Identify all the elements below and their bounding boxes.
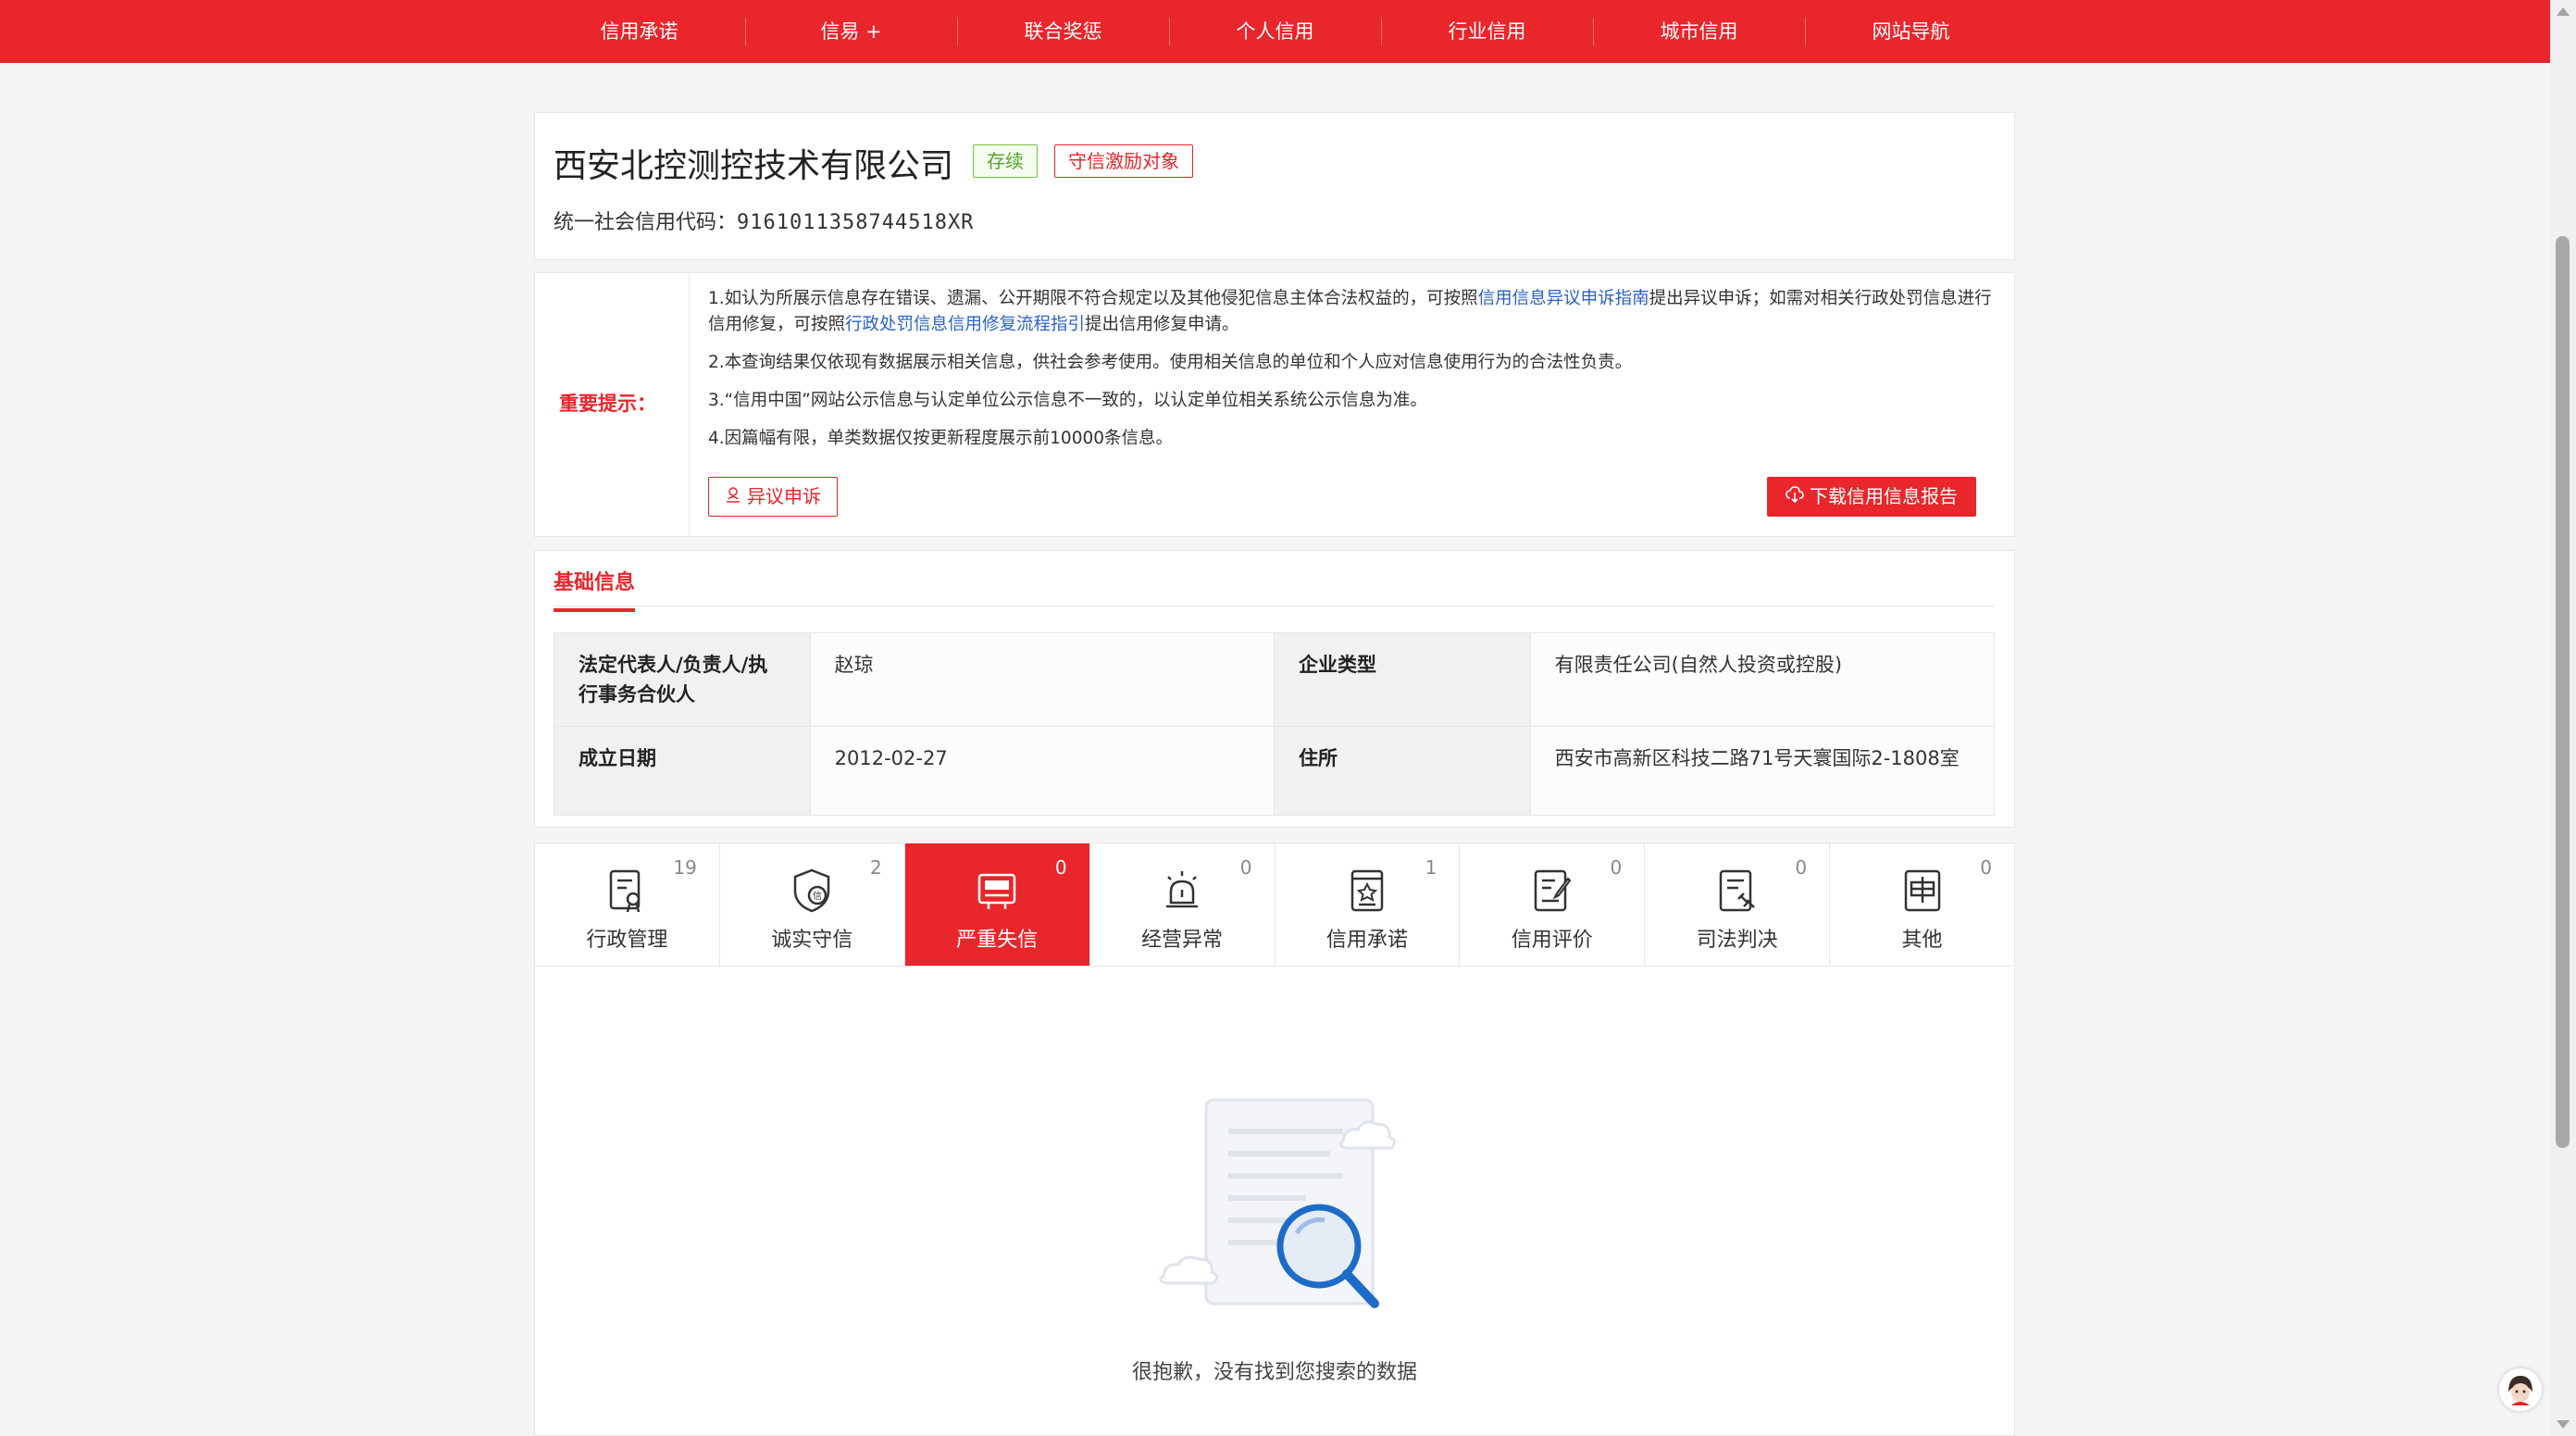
tab-credit-promise[interactable]: 1 信用承诺 — [1276, 843, 1461, 966]
tab-count: 2 — [870, 856, 882, 879]
alarm-icon — [1166, 871, 1199, 908]
promise-doc-icon — [1350, 869, 1384, 912]
legal-rep-key: 法定代表人/负责人/执行事务合伙人 — [554, 632, 811, 727]
tab-label: 其他 — [1901, 929, 1943, 952]
tab-business-abnormal[interactable]: 0 经营异常 — [1090, 843, 1276, 966]
address-key: 住所 — [1273, 726, 1531, 816]
tab-count: 0 — [1980, 856, 1992, 879]
assistant-avatar-icon[interactable] — [2499, 1368, 2542, 1411]
nav-item-city-credit[interactable]: 城市信用 — [1593, 0, 1805, 63]
notice-line-1-text-c: 提出信用修复申请。 — [1085, 315, 1239, 334]
shield-credit-icon: 信 — [794, 868, 830, 913]
company-name: 西安北控测控技术有限公司 — [554, 147, 954, 185]
nav-item-personal-credit[interactable]: 个人信用 — [1169, 0, 1381, 63]
tab-count: 0 — [1054, 856, 1067, 879]
notice-line-1-text-a: 1.如认为所展示信息存在错误、遗漏、公开期限不符合规定以及其他侵犯信息主体合法权… — [708, 289, 1478, 308]
address-value: 西安市高新区科技二路71号天寰国际2-1808室 — [1529, 726, 1996, 816]
judgment-doc-icon — [1719, 869, 1755, 912]
basic-info-table: 法定代表人/负责人/执行事务合伙人 赵琼 企业类型 有限责任公司(自然人投资或控… — [554, 632, 1996, 816]
notice-lines: 1.如认为所展示信息存在错误、遗漏、公开期限不符合规定以及其他侵犯信息主体合法权… — [708, 286, 1999, 464]
download-report-label: 下载信用信息报告 — [1810, 485, 1958, 507]
top-nav: 信用承诺 信易 + 联合奖惩 个人信用 行业信用 城市信用 网站导航 — [0, 0, 2550, 63]
notice-line-2: 2.本查询结果仅依现有数据展示相关信息，供社会参考使用。使用相关信息的单位和个人… — [708, 353, 1633, 372]
notice-line-1: 1.如认为所展示信息存在错误、遗漏、公开期限不符合规定以及其他侵犯信息主体合法权… — [708, 286, 1999, 338]
tab-count: 0 — [1795, 856, 1808, 879]
category-tabs: 19 行政管理 2 信 诚实守信 0 严重失信 0 经营异常 1 信用承诺 0 … — [534, 843, 2015, 967]
objection-button[interactable]: 异议申诉 — [708, 477, 838, 517]
table-row: 法定代表人/负责人/执行事务合伙人 赵琼 企业类型 有限责任公司(自然人投资或控… — [554, 632, 1996, 727]
company-type-value: 有限责任公司(自然人投资或控股) — [1529, 632, 1996, 727]
tab-label: 经营异常 — [1141, 929, 1224, 952]
status-badge: 存续 — [973, 144, 1038, 178]
notice-label: 重要提示： — [559, 393, 656, 415]
tab-count: 0 — [1610, 856, 1623, 879]
founded-date-key: 成立日期 — [554, 726, 811, 816]
tab-label: 信用承诺 — [1325, 929, 1408, 952]
company-header: 西安北控测控技术有限公司 存续 守信激励对象 统一社会信用代码：91610113… — [534, 112, 2015, 260]
empty-state: 很抱歉，没有找到您搜索的数据 — [534, 967, 2015, 1436]
download-report-button[interactable]: 下载信用信息报告 — [1767, 477, 1976, 517]
credit-code: 统一社会信用代码：9161011358744518XR — [554, 206, 974, 235]
objection-guide-link[interactable]: 信用信息异议申诉指南 — [1478, 289, 1649, 308]
no-data-illustration — [1159, 1098, 1396, 1308]
repair-guide-link[interactable]: 行政处罚信息信用修复流程指引 — [845, 315, 1085, 334]
scrollbar-thumb[interactable] — [2556, 236, 2570, 1148]
notice-line-4: 4.因篇幅有限，单类数据仅按更新程度展示前10000条信息。 — [708, 429, 1174, 448]
tab-serious-dishonesty[interactable]: 0 严重失信 — [904, 843, 1090, 966]
tab-count: 19 — [673, 856, 697, 879]
notice-label-cell: 重要提示： — [535, 273, 690, 536]
nav-item-joint-reward-punish[interactable]: 联合奖惩 — [957, 0, 1169, 63]
scroll-down-icon[interactable] — [2557, 1420, 2570, 1429]
rating-edit-icon — [1534, 869, 1572, 912]
other-doc-icon — [1904, 869, 1940, 912]
tab-label: 诚实守信 — [771, 929, 853, 952]
top-nav-list: 信用承诺 信易 + 联合奖惩 个人信用 行业信用 城市信用 网站导航 — [533, 0, 2017, 63]
tab-count: 0 — [1239, 856, 1252, 879]
notice-line-3: 3.“信用中国”网站公示信息与认定单位公示信息不一致的，以认定单位相关系统公示信… — [708, 391, 1427, 410]
nav-item-xinyi[interactable]: 信易 + — [745, 0, 957, 63]
tab-other[interactable]: 0 其他 — [1830, 843, 2014, 966]
table-row: 成立日期 2012-02-27 住所 西安市高新区科技二路71号天寰国际2-18… — [554, 726, 1996, 816]
tab-label: 信用评价 — [1511, 929, 1593, 952]
important-notice: 重要提示： 1.如认为所展示信息存在错误、遗漏、公开期限不符合规定以及其他侵犯信… — [534, 272, 2015, 537]
founded-date-value: 2012-02-27 — [809, 726, 1275, 816]
tab-admin-management[interactable]: 19 行政管理 — [535, 843, 720, 966]
tab-label: 严重失信 — [956, 929, 1039, 952]
tab-count: 1 — [1425, 856, 1437, 879]
person-icon — [725, 478, 741, 516]
credit-code-value: 9161011358744518XR — [737, 211, 975, 234]
scroll-up-icon[interactable] — [2557, 7, 2570, 16]
admin-doc-icon — [610, 869, 641, 913]
nav-item-industry-credit[interactable]: 行业信用 — [1381, 0, 1593, 63]
tab-judicial[interactable]: 0 司法判决 — [1645, 843, 1831, 966]
credit-code-label: 统一社会信用代码： — [554, 211, 738, 234]
tab-credit-rating[interactable]: 0 信用评价 — [1460, 843, 1646, 966]
dishonest-person-icon — [977, 873, 1016, 909]
nav-item-credit-promise[interactable]: 信用承诺 — [533, 0, 745, 63]
svg-text:信: 信 — [813, 891, 822, 902]
tab-label: 行政管理 — [586, 929, 668, 952]
tab-label: 司法判决 — [1696, 929, 1778, 952]
basic-info: 基础信息 法定代表人/负责人/执行事务合伙人 赵琼 企业类型 有限责任公司(自然… — [534, 550, 2015, 828]
vertical-scrollbar[interactable] — [2550, 0, 2576, 1436]
nav-item-site-nav[interactable]: 网站导航 — [1805, 0, 2017, 63]
objection-button-label: 异议申诉 — [747, 485, 821, 507]
company-type-key: 企业类型 — [1273, 632, 1531, 727]
incentive-badge: 守信激励对象 — [1054, 144, 1193, 178]
empty-message: 很抱歉，没有找到您搜索的数据 — [1131, 1361, 1417, 1384]
legal-rep-value: 赵琼 — [809, 632, 1275, 727]
tab-honesty[interactable]: 2 信 诚实守信 — [720, 843, 905, 966]
cloud-download-icon — [1786, 477, 1804, 517]
